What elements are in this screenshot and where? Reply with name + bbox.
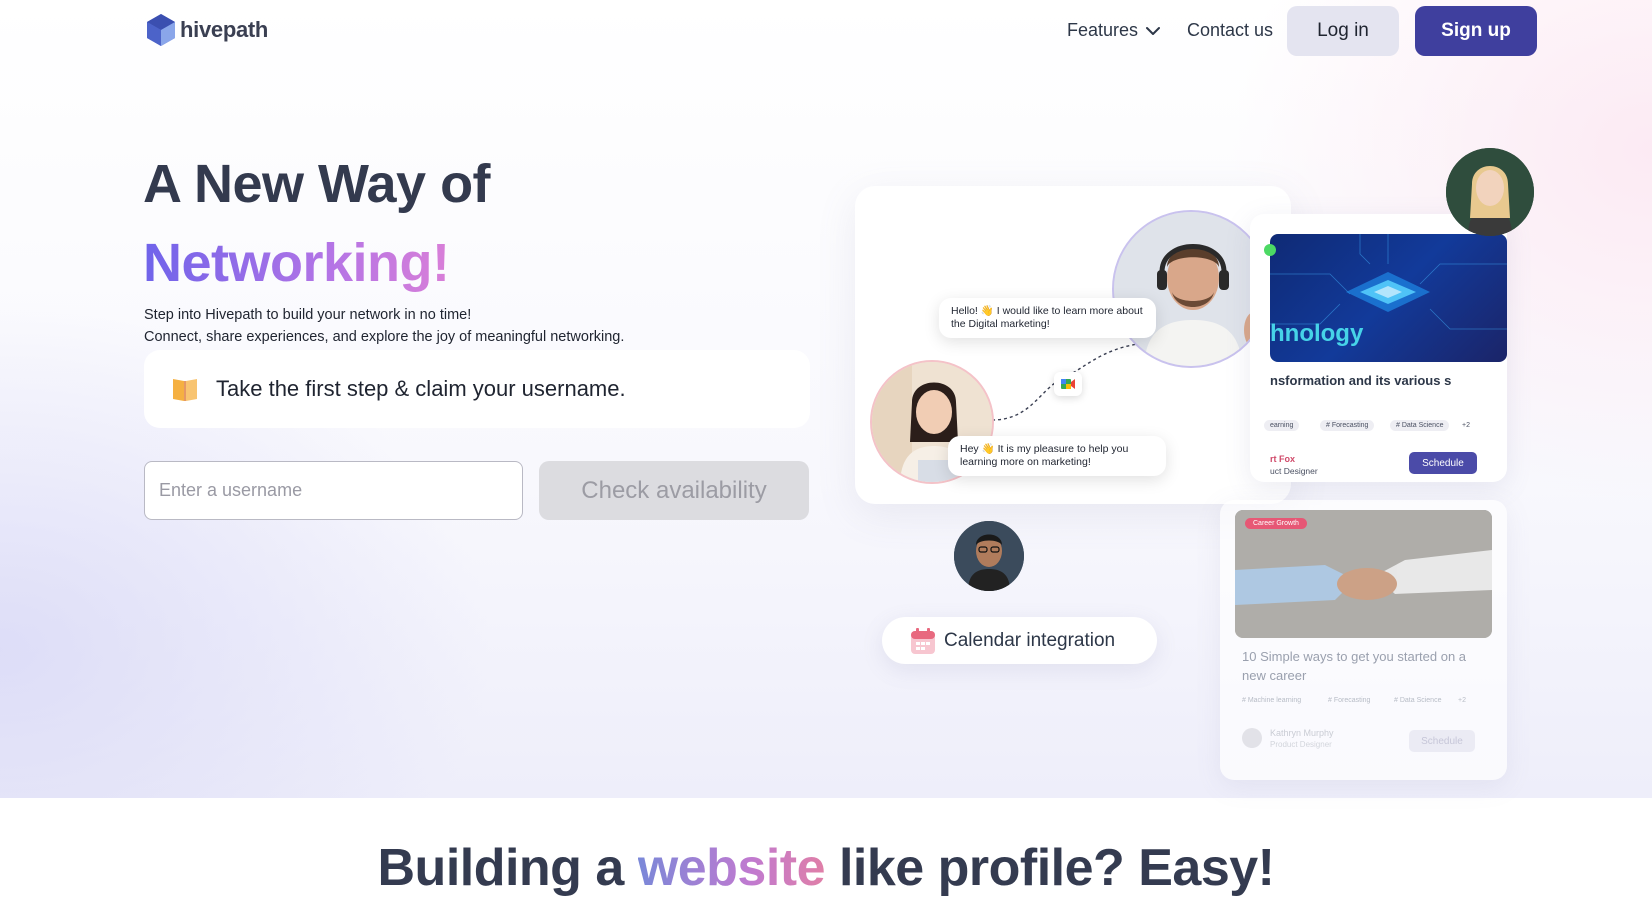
career-tag-1: # Machine learning xyxy=(1242,697,1302,704)
technology-tag-more: +2 xyxy=(1462,422,1470,429)
signup-button[interactable]: Sign up xyxy=(1415,6,1537,56)
calendar-icon xyxy=(911,627,935,654)
avatar-man-headphones xyxy=(1112,210,1270,368)
nav-features-label: Features xyxy=(1067,20,1139,40)
career-tag-3: # Data Science xyxy=(1394,697,1442,704)
logo-text: hivepath xyxy=(180,17,269,42)
claim-username-text: Take the first step & claim your usernam… xyxy=(216,376,626,401)
career-card-author: Kathryn Murphy xyxy=(1270,728,1334,738)
career-tag-more: +2 xyxy=(1458,697,1466,704)
technology-tag-1: earning xyxy=(1264,420,1300,431)
technology-card-title: nsformation and its various s xyxy=(1270,373,1452,388)
hero-subtitle-line1: Step into Hivepath to build your network… xyxy=(144,307,472,323)
section-title-highlight: website xyxy=(637,839,826,897)
career-schedule-button[interactable]: Schedule xyxy=(1409,730,1475,752)
technology-tag-3: # Data Science xyxy=(1390,420,1450,431)
check-availability-button[interactable]: Check availability xyxy=(539,461,809,520)
section-title-part2: like profile? Easy! xyxy=(825,839,1275,897)
nav-contact-link[interactable]: Contact us xyxy=(1187,20,1273,41)
chat-bubble-top: Hello! 👋 I would like to learn more abou… xyxy=(939,298,1156,339)
calendar-integration-card: Calendar integration xyxy=(882,617,1157,664)
hero-subtitle-line2: Connect, share experiences, and explore … xyxy=(144,329,625,345)
hero-title-line2: Networking! xyxy=(143,233,450,293)
career-author-avatar xyxy=(1242,728,1262,748)
section-title-part1: Building a xyxy=(377,839,638,897)
chat-bubble-bottom-text: Hey 👋 It is my pleasure to help you lear… xyxy=(960,443,1129,469)
technology-tag-2: # Forecasting xyxy=(1320,420,1375,431)
technology-schedule-button[interactable]: Schedule xyxy=(1409,452,1477,474)
logo[interactable]: hivepath xyxy=(144,12,268,48)
career-tag-2: # Forecasting xyxy=(1328,697,1371,704)
technology-session-card[interactable]: hnology nsformation and its various s ea… xyxy=(1250,214,1507,482)
technology-banner-image: hnology xyxy=(1270,234,1507,362)
chat-bubble-bottom: Hey 👋 It is my pleasure to help you lear… xyxy=(948,436,1166,477)
hive-logo-icon xyxy=(147,14,175,46)
username-input[interactable] xyxy=(144,461,523,520)
avatar-man-glasses xyxy=(954,521,1024,591)
handshake-image: Career Growth xyxy=(1235,510,1492,638)
career-growth-card[interactable]: Career Growth 10 Simple ways to get you … xyxy=(1220,500,1507,780)
nav-features-dropdown[interactable]: Features xyxy=(1067,20,1161,41)
online-status-dot xyxy=(1264,244,1276,256)
chevron-down-icon xyxy=(1146,26,1161,35)
video-call-icon xyxy=(1054,372,1082,396)
hero-title-line1: A New Way of xyxy=(143,154,491,214)
career-card-title: 10 Simple ways to get you started on a n… xyxy=(1242,649,1467,683)
career-card-role: Product Designer xyxy=(1270,740,1332,749)
chat-bubble-top-text: Hello! 👋 I would like to learn more abou… xyxy=(951,305,1143,331)
avatar-woman-blonde xyxy=(1446,148,1534,236)
career-growth-badge: Career Growth xyxy=(1245,518,1307,529)
technology-card-author: rt Fox xyxy=(1270,454,1296,464)
technology-card-role: uct Designer xyxy=(1270,466,1318,476)
technology-banner-word: hnology xyxy=(1270,320,1364,347)
claim-username-card: Take the first step & claim your usernam… xyxy=(144,350,810,428)
login-button[interactable]: Log in xyxy=(1287,6,1399,56)
section-title: Building a website like profile? Easy! xyxy=(0,838,1652,898)
calendar-integration-label: Calendar integration xyxy=(944,629,1116,651)
top-navigation: hivepath Features Contact us Log in Sign… xyxy=(0,0,1652,64)
book-icon xyxy=(173,379,197,401)
